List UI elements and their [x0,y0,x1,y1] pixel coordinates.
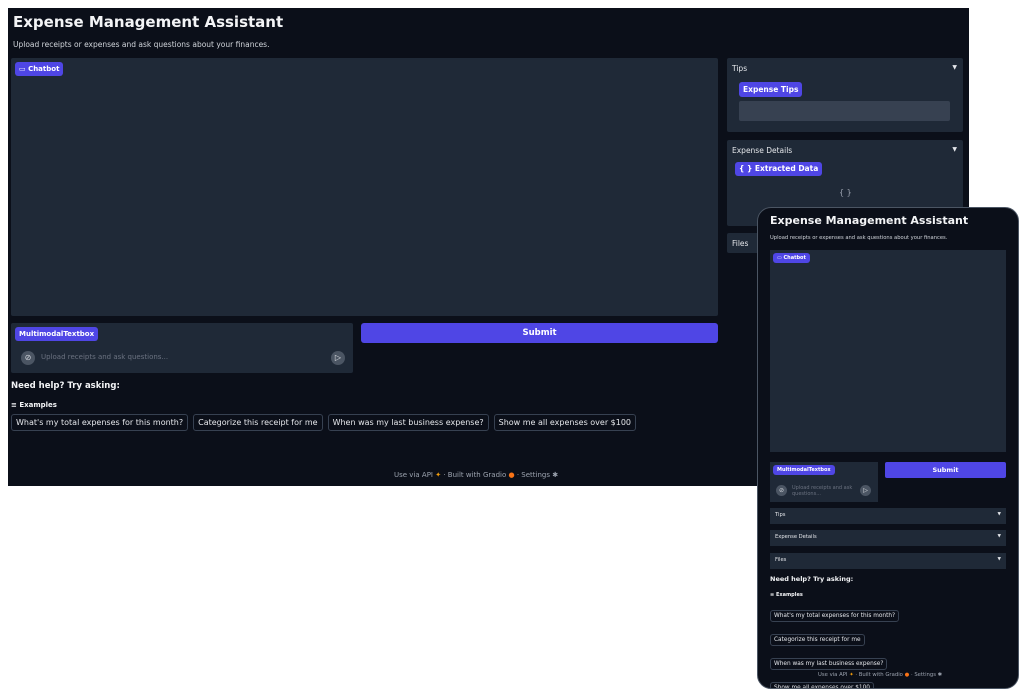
settings-link[interactable]: Settings [914,672,936,678]
help-heading: Need help? Try asking: [11,381,120,391]
expense-details-title: Expense Details [732,146,793,155]
submit-button[interactable]: Submit [361,323,718,343]
chat-icon: ▭ [19,65,26,73]
example-chip[interactable]: What's my total expenses for this month? [770,610,900,622]
mobile-files-accordion[interactable]: Files ▼ [770,553,1006,569]
examples-heading: ≡ Examples [11,401,57,409]
expense-tips-label: Expense Tips [739,82,803,97]
send-icon[interactable]: ▷ [331,351,345,365]
gradio-logo-icon: ● [904,672,910,678]
mobile-message-input[interactable]: Upload receipts and ask questions... [792,485,854,496]
mobile-footer: Use via API ✦ · Built with Gradio ● · Se… [818,672,943,678]
example-chip[interactable]: When was my last business expense? [770,658,888,670]
mobile-help-heading: Need help? Try asking: [770,575,854,583]
examples-list: What's my total expenses for this month?… [11,414,637,431]
expense-tips-box [739,101,950,121]
rocket-icon: ✦ [435,471,442,479]
extracted-data-label: { } Extracted Data [735,162,823,176]
mobile-view: Expense Management Assistant Upload rece… [757,207,1019,689]
gradio-logo-icon: ● [508,471,515,479]
caret-icon: ▼ [997,534,1001,539]
chatbot-label: ▭ Chatbot [15,62,64,76]
mobile-chatbot-label: ▭ Chatbot [773,253,810,263]
example-chip[interactable]: What's my total expenses for this month? [11,414,189,431]
gear-icon: ✱ [552,471,559,479]
footer: Use via API ✦ · Built with Gradio ● · Se… [394,471,559,479]
send-icon[interactable]: ▷ [860,485,871,496]
page-title: Expense Management Assistant [13,13,284,31]
caret-icon: ▼ [997,512,1001,517]
mobile-examples-heading: ≡ Examples [770,592,803,598]
message-input[interactable]: Upload receipts and ask questions... [41,353,168,361]
list-icon: ≡ [11,401,17,409]
mobile-tips-title: Tips [775,512,786,518]
mobile-expense-details-title: Expense Details [775,534,817,540]
mobile-files-title: Files [775,557,787,563]
multimodal-textbox-label: MultimodalTextbox [15,327,99,341]
json-empty-value: { } [839,188,852,197]
use-via-api-link[interactable]: Use via API [818,672,848,678]
example-chip[interactable]: When was my last business expense? [327,414,489,431]
tips-title: Tips [732,64,748,73]
example-chip[interactable]: Categorize this receipt for me [770,634,865,646]
paperclip-icon[interactable]: ⊘ [21,351,35,365]
settings-link[interactable]: Settings [521,471,550,479]
mobile-submit-button[interactable]: Submit [885,462,1006,478]
mobile-multimodal-textbox[interactable]: MultimodalTextbox ⊘ Upload receipts and … [770,462,878,502]
tips-caret-icon[interactable]: ▼ [952,64,957,71]
caret-icon: ▼ [997,557,1001,562]
paperclip-icon[interactable]: ⊘ [776,485,787,496]
list-icon: ≡ [770,592,775,598]
chatbot-panel[interactable]: ▭ Chatbot [11,58,718,316]
example-chip[interactable]: Show me all expenses over $100 [770,682,874,688]
multimodal-textbox[interactable]: MultimodalTextbox ⊘ Upload receipts and … [11,323,353,373]
example-chip[interactable]: Categorize this receipt for me [193,414,323,431]
mobile-page-title: Expense Management Assistant [770,214,969,227]
rocket-icon: ✦ [849,672,854,678]
mobile-chatbot-panel[interactable]: ▭ Chatbot [770,250,1006,452]
mobile-page-subtitle: Upload receipts or expenses and ask ques… [770,235,948,241]
example-chip[interactable]: Show me all expenses over $100 [493,414,637,431]
tips-accordion[interactable]: Tips ▼ Expense Tips [727,58,963,132]
files-title: Files [732,239,749,248]
gear-icon: ✱ [937,672,943,678]
json-icon: { } [739,164,753,173]
mobile-tips-accordion[interactable]: Tips ▼ [770,508,1006,524]
use-via-api-link[interactable]: Use via API [394,471,433,479]
mobile-expense-details-accordion[interactable]: Expense Details ▼ [770,530,1006,546]
built-with-gradio-link[interactable]: Built with Gradio [859,672,903,678]
mobile-multimodal-textbox-label: MultimodalTextbox [773,465,835,475]
details-caret-icon[interactable]: ▼ [952,146,957,153]
chat-icon: ▭ [777,255,782,261]
built-with-gradio-link[interactable]: Built with Gradio [448,471,506,479]
page-subtitle: Upload receipts or expenses and ask ques… [13,40,270,49]
